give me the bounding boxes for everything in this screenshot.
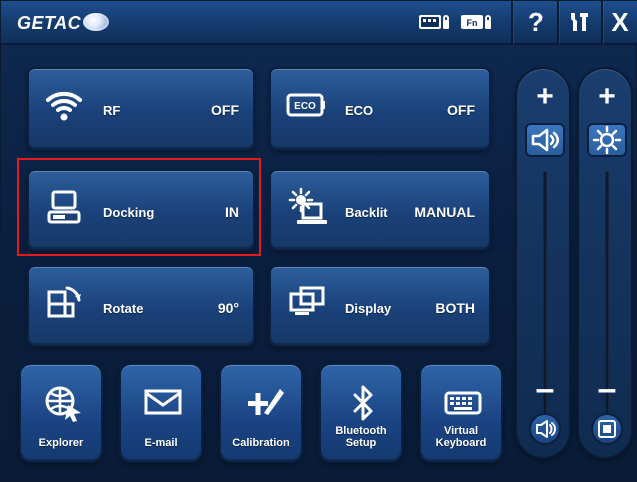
sun-icon [592,125,622,155]
tools-icon [571,13,588,31]
docking-tile[interactable]: Docking IN [27,169,255,251]
title-separator [511,1,513,45]
close-icon: X [611,6,629,37]
title-separator [601,1,603,45]
volume-status [525,123,565,157]
docking-label: Docking [103,205,155,220]
display-value: BOTH [435,300,475,316]
brightness-status [587,123,627,157]
rf-value: OFF [211,102,239,118]
volume-up-button[interactable]: + [525,77,565,117]
bluetooth-setup-label: Bluetooth Setup [335,425,387,449]
title-separator [557,1,559,45]
rotate-value: 90° [217,300,239,316]
rotate-label: Rotate [103,301,144,316]
keyboard-lock-icon[interactable] [417,11,451,33]
bluetooth-setup-button[interactable]: Bluetooth Setup [319,363,403,463]
eco-value: OFF [447,102,475,118]
brightness-down-button[interactable]: – [587,369,627,409]
backlit-value: MANUAL [414,204,475,220]
brand-name: GETAC [17,13,82,33]
rf-label: RF [103,103,121,118]
explorer-label: Explorer [38,437,84,449]
help-icon: ? [528,6,544,37]
calibration-button[interactable]: Calibration [219,363,303,463]
email-button[interactable]: E-mail [119,363,203,463]
rotate-tile[interactable]: Rotate 90° [27,265,255,347]
docking-value: IN [225,204,239,220]
explorer-button[interactable]: Explorer [19,363,103,463]
envelope-icon [144,389,182,415]
volume-down-button[interactable]: – [525,369,565,409]
rf-tile[interactable]: RF OFF [27,67,255,151]
help-button[interactable]: ? [523,7,549,37]
display-icon [289,286,325,315]
globe-cursor-icon [45,386,81,422]
close-button[interactable]: X [607,7,633,37]
mute-button[interactable] [529,413,561,445]
eco-icon-text: ECO [294,101,316,112]
backlight-icon [288,187,327,224]
display-tile[interactable]: Display BOTH [269,265,491,347]
wifi-icon [46,91,82,121]
display-label: Display [345,301,392,316]
calibration-icon [248,389,284,415]
volume-rail: + – [515,67,571,459]
svg-text:Fn: Fn [467,18,478,28]
backlit-label: Backlit [345,205,388,220]
bluetooth-icon [353,385,373,421]
monitor-icon [598,420,616,438]
control-panel: GETAC Fn ? X RF OFF ECO ECO OFF Docking … [0,0,637,482]
rotate-icon [47,286,81,318]
eco-icon: ECO [286,93,325,117]
display-settings-button[interactable] [591,413,623,445]
backlit-tile[interactable]: Backlit MANUAL [269,169,491,251]
brightness-up-button[interactable]: + [587,77,627,117]
docking-icon [47,190,81,224]
eco-label: ECO [345,103,374,118]
keyboard-icon [444,391,482,415]
speaker-icon [531,128,559,152]
brand-logo-icon [83,13,109,31]
title-bar: GETAC Fn ? X [1,1,637,45]
speaker-icon [536,420,556,438]
fn-lock-icon[interactable]: Fn [459,11,493,33]
virtual-keyboard-label: Virtual Keyboard [435,425,487,449]
email-label: E-mail [144,437,178,449]
calibration-label: Calibration [232,437,290,449]
eco-tile[interactable]: ECO ECO OFF [269,67,491,151]
settings-button[interactable] [567,11,593,33]
brightness-rail: + – [577,67,633,459]
virtual-keyboard-button[interactable]: Virtual Keyboard [419,363,503,463]
